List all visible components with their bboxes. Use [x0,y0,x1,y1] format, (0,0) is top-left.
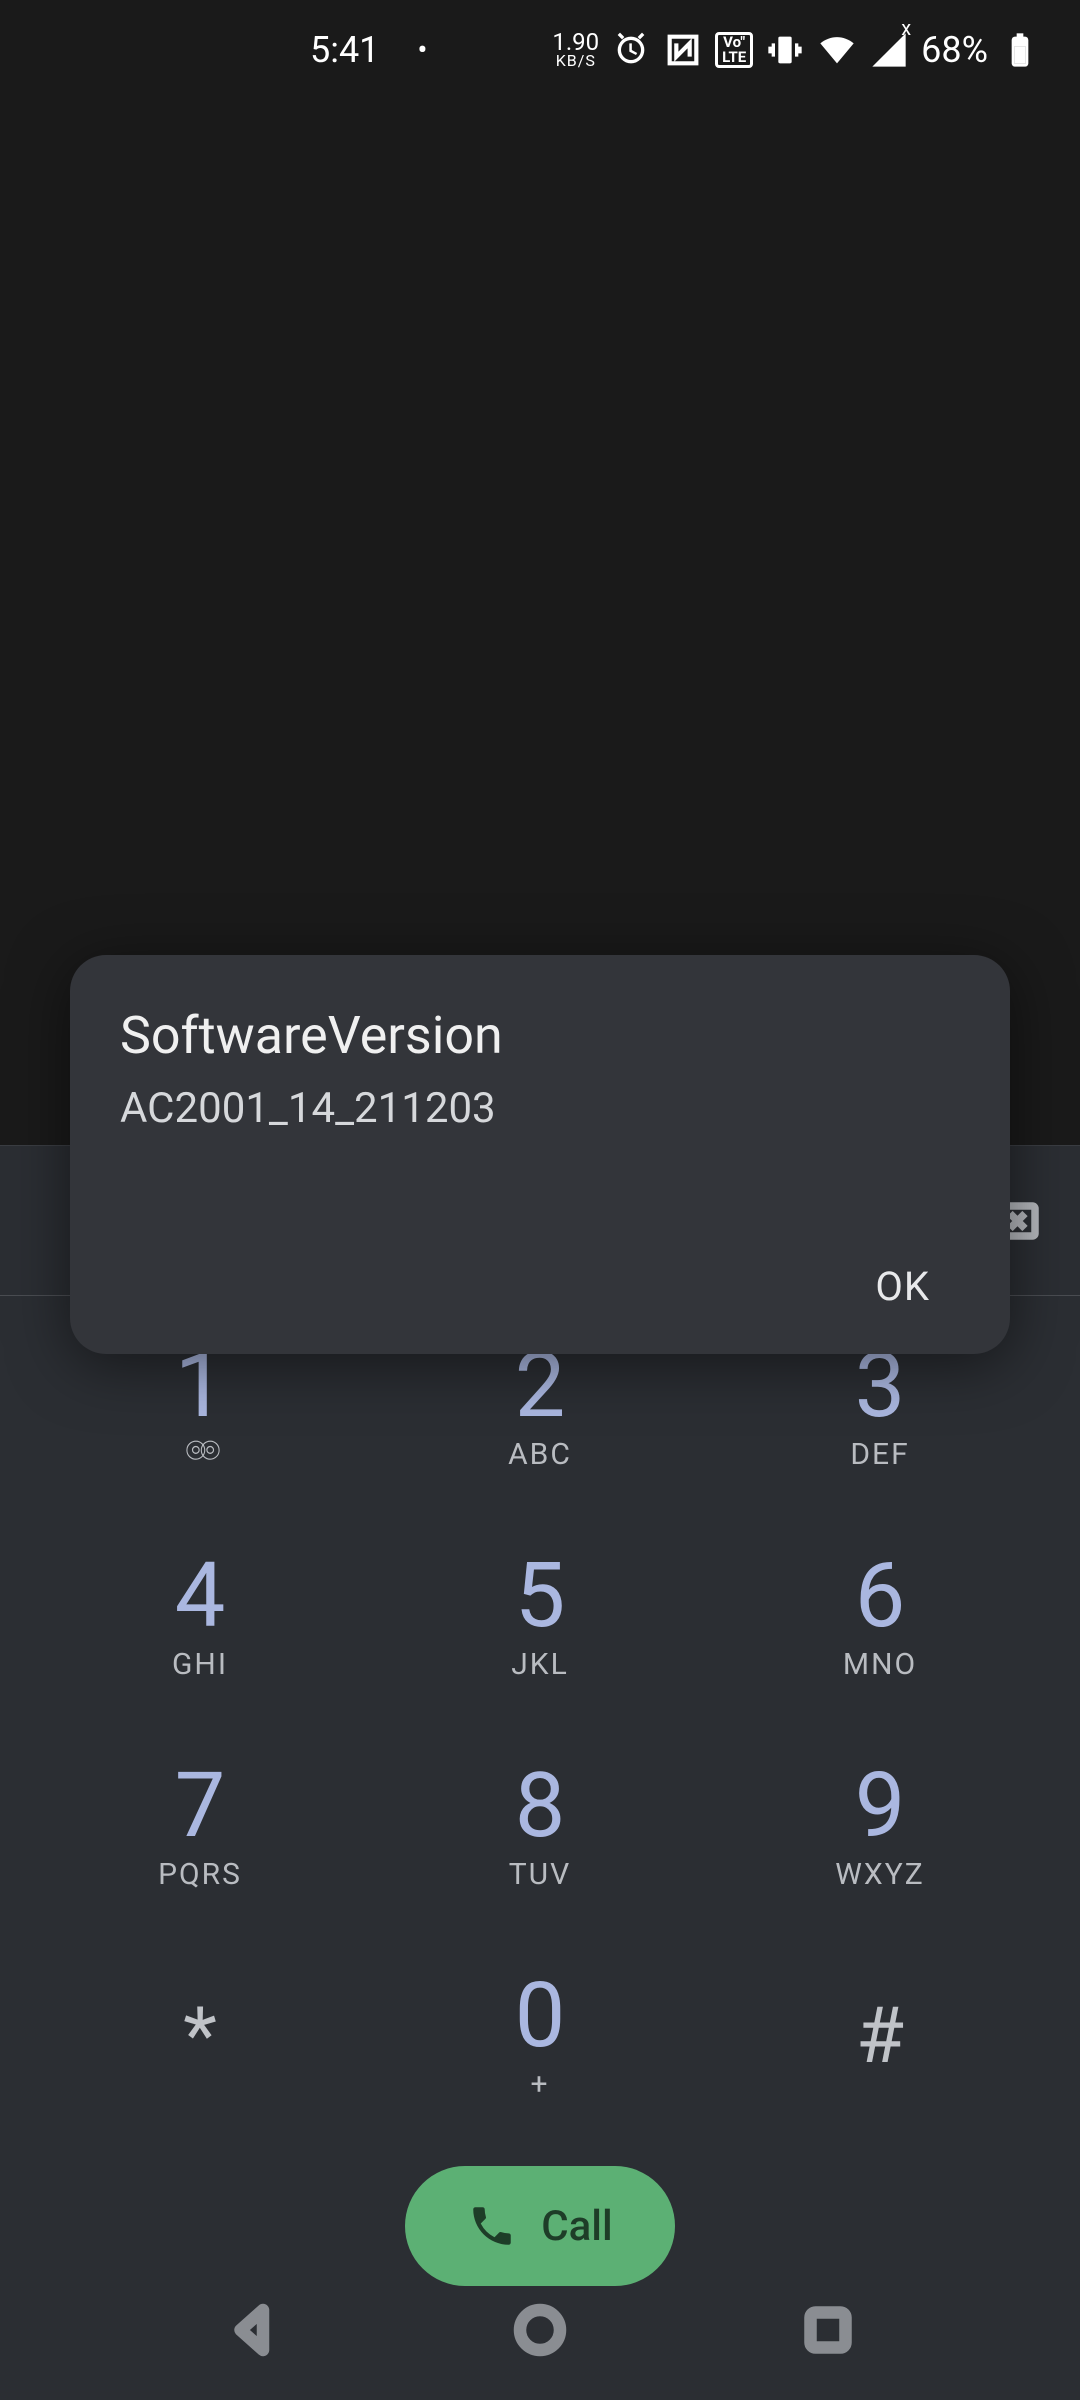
dialog-title: SoftwareVersion [120,1005,960,1066]
nav-recents-button[interactable] [793,2295,863,2365]
dialog-body: AC2001_14_211203 [120,1084,960,1133]
nav-back-button[interactable] [218,2295,288,2365]
software-version-dialog: SoftwareVersion AC2001_14_211203 OK [70,955,1010,1354]
dialog-ok-button[interactable]: OK [845,1253,960,1320]
nav-home-button[interactable] [505,2295,575,2365]
navigation-bar [0,2260,1080,2400]
